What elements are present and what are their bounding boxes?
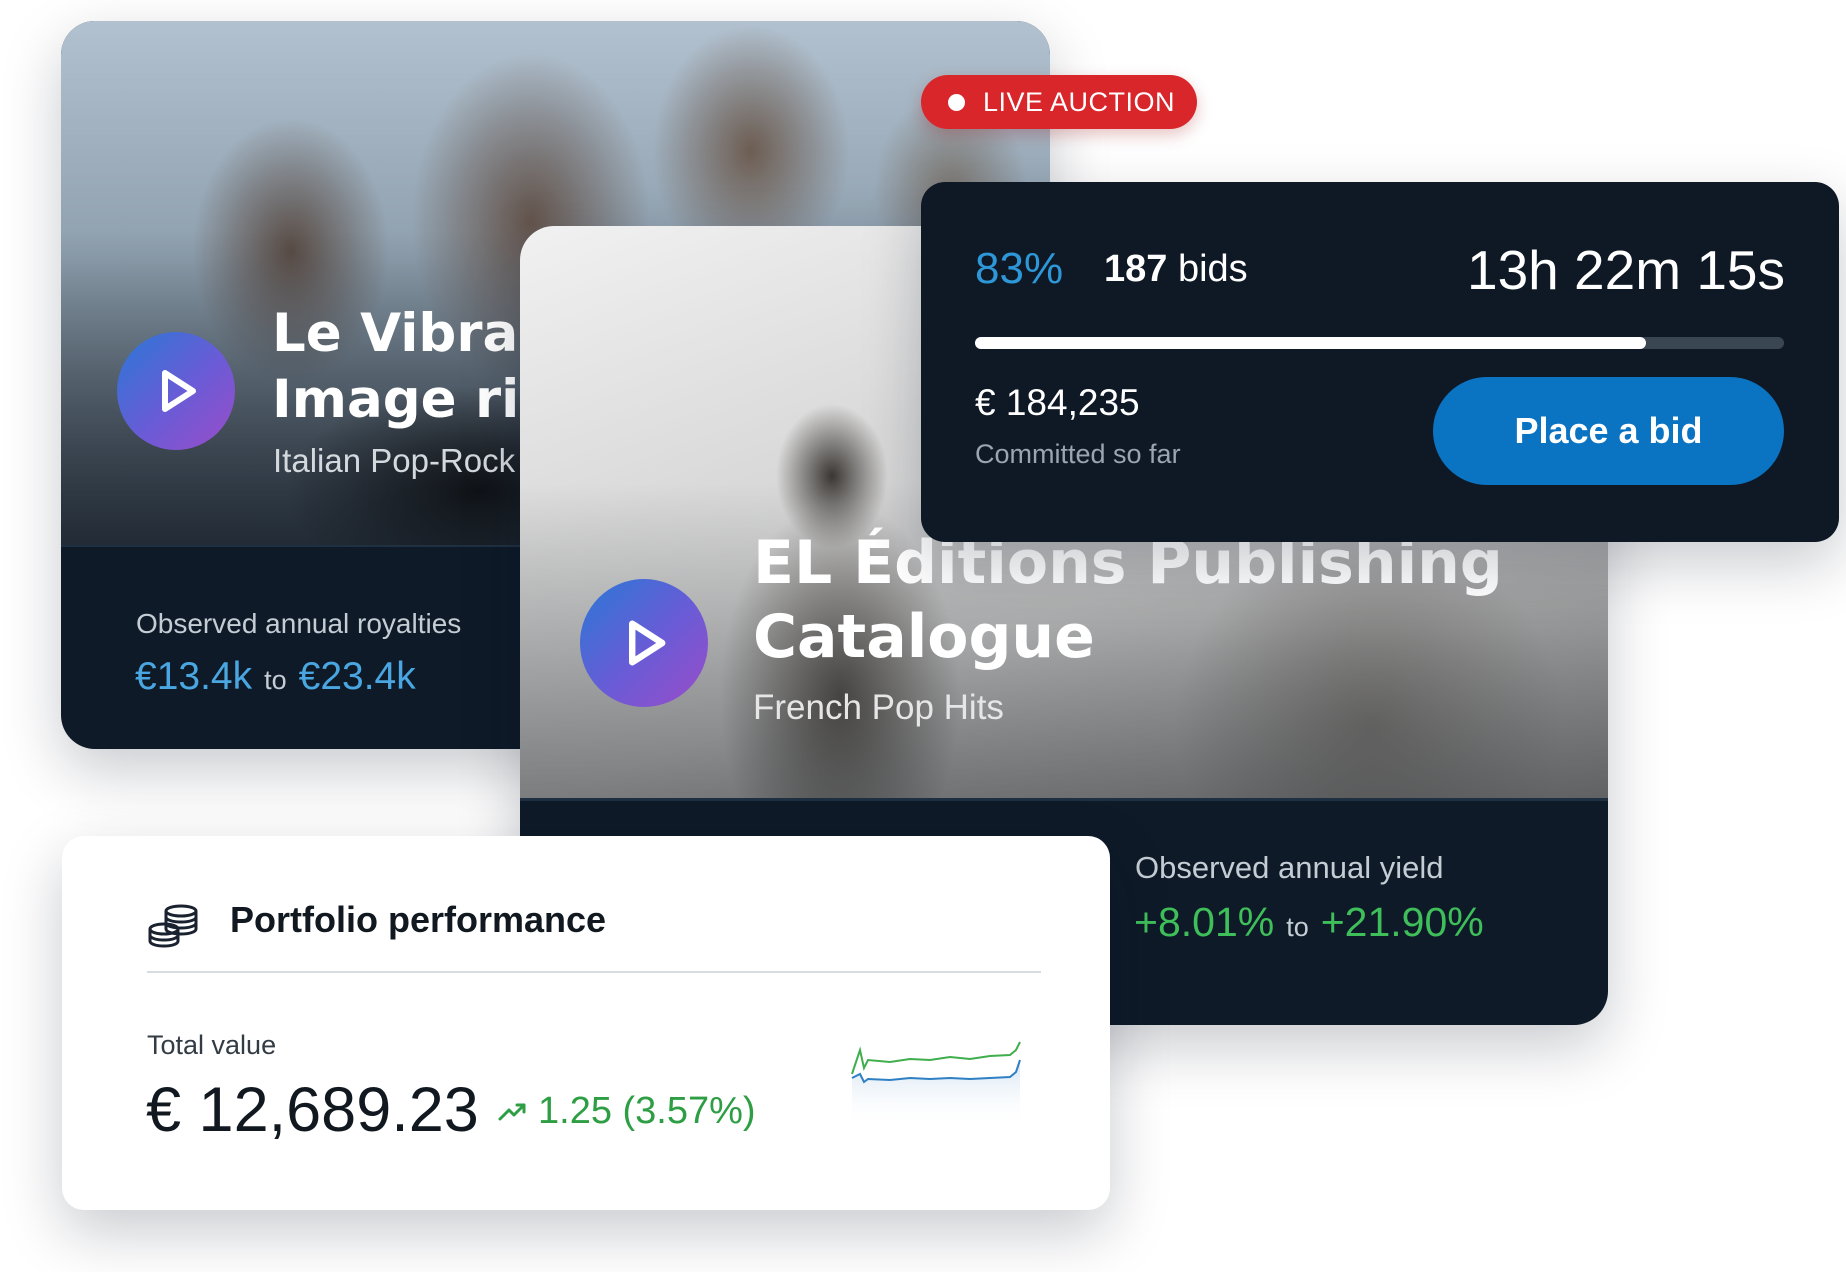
range-joiner: to xyxy=(1286,912,1309,942)
yield-max: +21.90% xyxy=(1320,899,1484,945)
royalties-max: €23.4k xyxy=(298,655,416,698)
total-value-label: Total value xyxy=(147,1030,277,1060)
committed-amount: € 184,235 xyxy=(975,382,1140,423)
catalogue-genre: French Pop Hits xyxy=(753,688,1004,727)
value-change-text: 1.25 (3.57%) xyxy=(538,1090,756,1132)
funding-progress-bar xyxy=(975,337,1784,349)
catalogue-genre: Italian Pop-Rock xyxy=(273,442,516,479)
value-change: 1.25 (3.57%) xyxy=(498,1090,756,1133)
play-icon xyxy=(629,620,666,666)
countdown-timer: 13h 22m 15s xyxy=(1467,239,1785,301)
play-button[interactable] xyxy=(580,579,708,707)
total-value: € 12,689.23 xyxy=(146,1075,479,1145)
live-auction-badge: LIVE AUCTION xyxy=(921,75,1197,129)
play-icon xyxy=(162,370,196,412)
funding-progress-fill xyxy=(975,337,1647,349)
portfolio-divider xyxy=(147,971,1041,973)
yield-range: +8.01% to +21.90% xyxy=(1134,899,1484,946)
portfolio-performance-card: Portfolio performance Total value € 12,6… xyxy=(62,836,1110,1210)
play-button[interactable] xyxy=(117,332,235,450)
range-joiner: to xyxy=(264,665,287,695)
bids-count: 187 bids xyxy=(1104,248,1248,291)
live-auction-label: LIVE AUCTION xyxy=(983,86,1176,117)
card-divider xyxy=(520,798,1608,801)
royalties-range: €13.4k to €23.4k xyxy=(135,655,416,699)
live-dot-icon xyxy=(948,93,965,111)
catalogue-title: EL Éditions Publishing Catalogue xyxy=(753,528,1503,672)
portfolio-title: Portfolio performance xyxy=(230,899,607,940)
place-bid-button[interactable]: Place a bid xyxy=(1433,377,1784,485)
yield-min: +8.01% xyxy=(1134,899,1275,945)
coins-stack-icon xyxy=(148,904,198,948)
bids-word: bids xyxy=(1177,248,1248,290)
trend-up-icon xyxy=(498,1103,526,1120)
royalties-label: Observed annual royalties xyxy=(136,608,462,639)
bids-number: 187 xyxy=(1104,248,1168,290)
funded-percent: 83% xyxy=(975,244,1064,293)
auction-panel: 83% 187 bids 13h 22m 15s € 184,235 Commi… xyxy=(921,182,1839,542)
performance-sparkline xyxy=(851,1041,1021,1128)
yield-label: Observed annual yield xyxy=(1135,850,1444,885)
committed-label: Committed so far xyxy=(975,439,1181,469)
royalties-min: €13.4k xyxy=(135,655,253,698)
